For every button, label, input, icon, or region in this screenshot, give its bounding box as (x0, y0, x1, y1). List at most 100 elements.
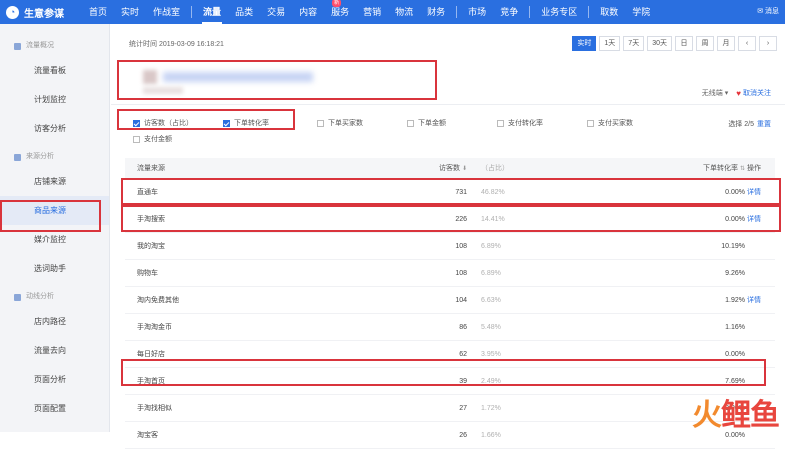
prev-arrow-icon[interactable]: ‹ (738, 36, 756, 51)
nav-item-data-fetch[interactable]: 取数 (593, 0, 625, 24)
metric-label: 下单金额 (418, 118, 446, 128)
nav-item-home[interactable]: 首页 (82, 0, 114, 24)
cell-visitors: 731 (395, 179, 467, 205)
checkbox-icon (407, 120, 414, 127)
table-row: 直通车73146.82%0.00%详情 (125, 179, 775, 206)
metric-pay-rate-checkbox[interactable]: 支付转化率 (497, 118, 543, 128)
details-link[interactable]: 详情 (747, 287, 761, 313)
cell-source: 手淘淘金币 (137, 314, 172, 340)
details-link[interactable]: 详情 (747, 206, 761, 232)
period-day-button[interactable]: 日 (675, 36, 693, 51)
sidebar-item-page-analysis[interactable]: 页面分析 (0, 365, 109, 394)
cell-source: 每日好店 (137, 341, 165, 367)
mail-icon: ✉ (757, 8, 765, 15)
nav-item-business-zone[interactable]: 业务专区 (534, 0, 584, 24)
cell-order-rate: 1.92% (665, 287, 745, 313)
period-7day-button[interactable]: 7天 (623, 36, 644, 51)
cell-visitors: 62 (395, 341, 467, 367)
metric-order-amount-checkbox[interactable]: 下单金额 (407, 118, 446, 128)
period-month-button[interactable]: 月 (717, 36, 735, 51)
nav-item-finance[interactable]: 财务 (420, 0, 452, 24)
sidebar-group-source: 来源分析 (0, 147, 109, 167)
metric-pay-buyers-checkbox[interactable]: 支付买家数 (587, 118, 633, 128)
header-visitors-label: 访客数 (439, 163, 460, 173)
cell-visitors: 27 (395, 395, 467, 421)
sidebar-group-path: 动线分析 (0, 287, 109, 307)
nav-item-market[interactable]: 市场 (461, 0, 493, 24)
sidebar-item-media-monitor[interactable]: 媒介监控 (0, 225, 109, 254)
checkbox-checked-icon (133, 120, 140, 127)
metric-order-rate-checkbox[interactable]: 下单转化率 (223, 118, 269, 128)
nav-item-category[interactable]: 品类 (228, 0, 260, 24)
cell-source: 手淘首页 (137, 368, 165, 394)
nav-divider (588, 6, 589, 18)
nav-item-content[interactable]: 内容 (292, 0, 324, 24)
table-row: 淘内免费其他1046.63%1.92%详情 (125, 287, 775, 314)
metric-order-buyers-checkbox[interactable]: 下单买家数 (317, 118, 363, 128)
header-share: （占比） (481, 158, 509, 178)
nav-item-realtime[interactable]: 实时 (114, 0, 146, 24)
unfollow-link[interactable]: 取消关注 (743, 88, 771, 98)
brand[interactable]: ◔ 生意参谋 (0, 5, 82, 20)
messages-label: 消息 (765, 8, 779, 15)
metric-label: 下单买家数 (328, 118, 363, 128)
divider (111, 104, 785, 105)
cell-visitors: 108 (395, 260, 467, 286)
period-week-button[interactable]: 周 (696, 36, 714, 51)
sidebar-item-traffic-exit[interactable]: 流量去向 (0, 336, 109, 365)
period-1day-button[interactable]: 1天 (599, 36, 620, 51)
period-selector: 实时 1天 7天 30天 日 周 月 ‹ › (569, 36, 777, 51)
nav-item-academy[interactable]: 学院 (625, 0, 657, 24)
next-arrow-icon[interactable]: › (759, 36, 777, 51)
nav-divider (529, 6, 530, 18)
nav-item-logistics[interactable]: 物流 (388, 0, 420, 24)
cell-visitors: 26 (395, 422, 467, 448)
sidebar-item-plan-monitor[interactable]: 计划监控 (0, 85, 109, 114)
reset-link[interactable]: 重置 (757, 121, 771, 128)
cell-source: 购物车 (137, 260, 158, 286)
table-row: 手淘搜索22614.41%0.00%详情 (125, 206, 775, 233)
sort-icon: ⇅ (740, 165, 745, 172)
nav-item-service-label: 服务 (331, 7, 349, 17)
metric-pay-amount-checkbox[interactable]: 支付金额 (133, 134, 172, 144)
main-content: 统计时间 2019-03-09 16:18:21 实时 1天 7天 30天 日 … (111, 24, 785, 432)
sidebar-item-page-config[interactable]: 页面配置 (0, 394, 109, 423)
nav-item-war-room[interactable]: 作战室 (146, 0, 187, 24)
sidebar-item-keyword-helper[interactable]: 选词助手 (0, 254, 109, 283)
period-realtime-button[interactable]: 实时 (572, 36, 596, 51)
table-row: 手淘首页392.49%7.69% (125, 368, 775, 395)
header-order-rate-label: 下单转化率 (703, 163, 738, 173)
sidebar-item-product-source[interactable]: 商品来源 (0, 196, 109, 225)
nav-item-competition[interactable]: 竞争 (493, 0, 525, 24)
group-icon (14, 43, 21, 50)
nav-item-traffic[interactable]: 流量 (196, 0, 228, 24)
header-visitors[interactable]: 访客数⬇ (395, 158, 467, 178)
sidebar-item-traffic-board[interactable]: 流量看板 (0, 56, 109, 85)
metric-label: 支付买家数 (598, 118, 633, 128)
group-icon (14, 294, 21, 301)
sidebar-item-shop-path[interactable]: 店内路径 (0, 307, 109, 336)
cell-order-rate: 9.26% (665, 260, 745, 286)
metric-visitors-checkbox[interactable]: 访客数（占比） (133, 118, 193, 128)
watermark-part1: 火 (692, 390, 721, 434)
messages-link[interactable]: ✉ 消息 (757, 0, 779, 24)
sidebar-item-visitor-analysis[interactable]: 访客分析 (0, 114, 109, 143)
table-row: 我的淘宝1086.89%10.19% (125, 233, 775, 260)
header-order-rate[interactable]: 下单转化率⇅ (665, 158, 745, 178)
nav-item-marketing[interactable]: 营销 (356, 0, 388, 24)
product-title-blurred (163, 72, 313, 82)
nav-divider (191, 6, 192, 18)
nav-item-service[interactable]: 服务新 (324, 0, 356, 24)
toolbar: 统计时间 2019-03-09 16:18:21 实时 1天 7天 30天 日 … (111, 34, 785, 54)
details-link[interactable]: 详情 (747, 179, 761, 205)
selected-count-label: 选择 2/5 (728, 121, 754, 128)
table-row: 手淘找相似271.72%0.00% (125, 395, 775, 422)
table-row: 每日好店623.95%0.00% (125, 341, 775, 368)
terminal-dropdown[interactable]: 无线端 ▾ (702, 88, 728, 98)
header-action: 操作 (747, 158, 761, 178)
nav-item-trade[interactable]: 交易 (260, 0, 292, 24)
sidebar-item-shop-source[interactable]: 店铺来源 (0, 167, 109, 196)
period-30day-button[interactable]: 30天 (647, 36, 672, 51)
watermark-logo: 火 鲤鱼 (692, 392, 779, 432)
product-thumbnail (143, 70, 157, 84)
